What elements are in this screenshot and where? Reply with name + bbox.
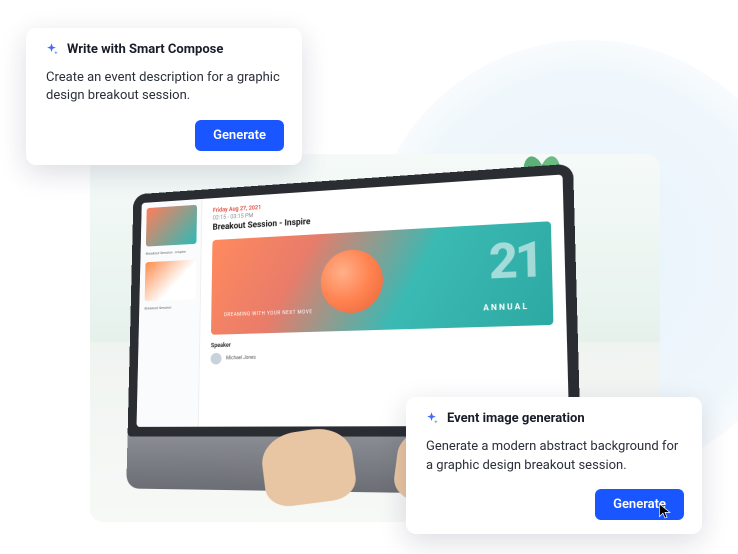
hero-year-number: 21 <box>488 230 541 291</box>
card-title: Event image generation <box>447 411 585 426</box>
event-detail-panel: Friday Aug 27, 2021 02:15 - 03:15 PM Bre… <box>199 174 569 426</box>
sidebar: Breakout Session - Inspire Breakout Sess… <box>136 199 202 427</box>
image-generation-card: Event image generation Generate a modern… <box>406 397 702 534</box>
speaker-name: Michael Jones <box>226 355 256 361</box>
card-description: Generate a modern abstract background fo… <box>424 438 684 475</box>
generate-button[interactable]: Generate <box>195 120 284 151</box>
hero-annual-label: ANNUAL <box>483 302 529 313</box>
sidebar-thumbnail-caption: Breakout Session <box>144 305 194 311</box>
sparkle-icon <box>424 411 439 426</box>
sidebar-thumbnail-caption: Breakout Session - Inspire <box>146 249 196 256</box>
laptop-screen: Breakout Session - Inspire Breakout Sess… <box>128 164 581 437</box>
speaker-avatar <box>211 353 222 365</box>
sidebar-thumbnail[interactable] <box>145 259 197 300</box>
cursor-icon <box>658 502 672 520</box>
hero-tagline: DREAMING WITH YOUR NEXT MOVE <box>224 309 313 319</box>
card-description: Create an event description for a graphi… <box>44 69 284 106</box>
sidebar-thumbnail[interactable] <box>146 205 197 247</box>
smart-compose-card: Write with Smart Compose Create an event… <box>26 28 302 165</box>
card-title: Write with Smart Compose <box>67 42 223 57</box>
sparkle-icon <box>44 42 59 57</box>
event-hero-image: DREAMING WITH YOUR NEXT MOVE 21 ANNUAL <box>211 221 553 335</box>
